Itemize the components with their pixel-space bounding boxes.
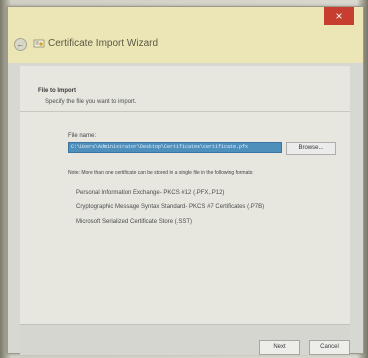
browse-button[interactable]: Browse... xyxy=(286,142,336,155)
divider xyxy=(20,111,350,112)
close-button[interactable]: × xyxy=(324,7,354,25)
next-button[interactable]: Next xyxy=(259,340,300,355)
titlebar xyxy=(8,7,363,63)
cancel-button[interactable]: Cancel xyxy=(309,340,350,355)
back-button[interactable]: ← xyxy=(14,38,27,51)
formats-note: Note: More than one certificate can be s… xyxy=(68,170,254,176)
format-item-sst: Microsoft Serialized Certificate Store (… xyxy=(76,219,193,225)
footer-bar xyxy=(20,324,350,355)
format-item-pfx: Personal Information Exchange- PKCS #12 … xyxy=(76,190,225,196)
section-subtitle: Specify the file you want to import. xyxy=(45,99,137,105)
file-name-label: File name: xyxy=(68,133,97,139)
file-name-input[interactable]: C:\Users\Administrator\Desktop\Certifica… xyxy=(68,142,282,153)
section-title: File to Import xyxy=(38,88,76,94)
format-item-p7b: Cryptographic Message Syntax Standard- P… xyxy=(76,204,265,210)
window-title: Certificate Import Wizard xyxy=(48,38,159,49)
back-arrow-icon: ← xyxy=(16,40,25,49)
wizard-window: × ← Certificate Import Wizard File to Im… xyxy=(7,6,364,355)
certificate-icon xyxy=(33,39,45,48)
